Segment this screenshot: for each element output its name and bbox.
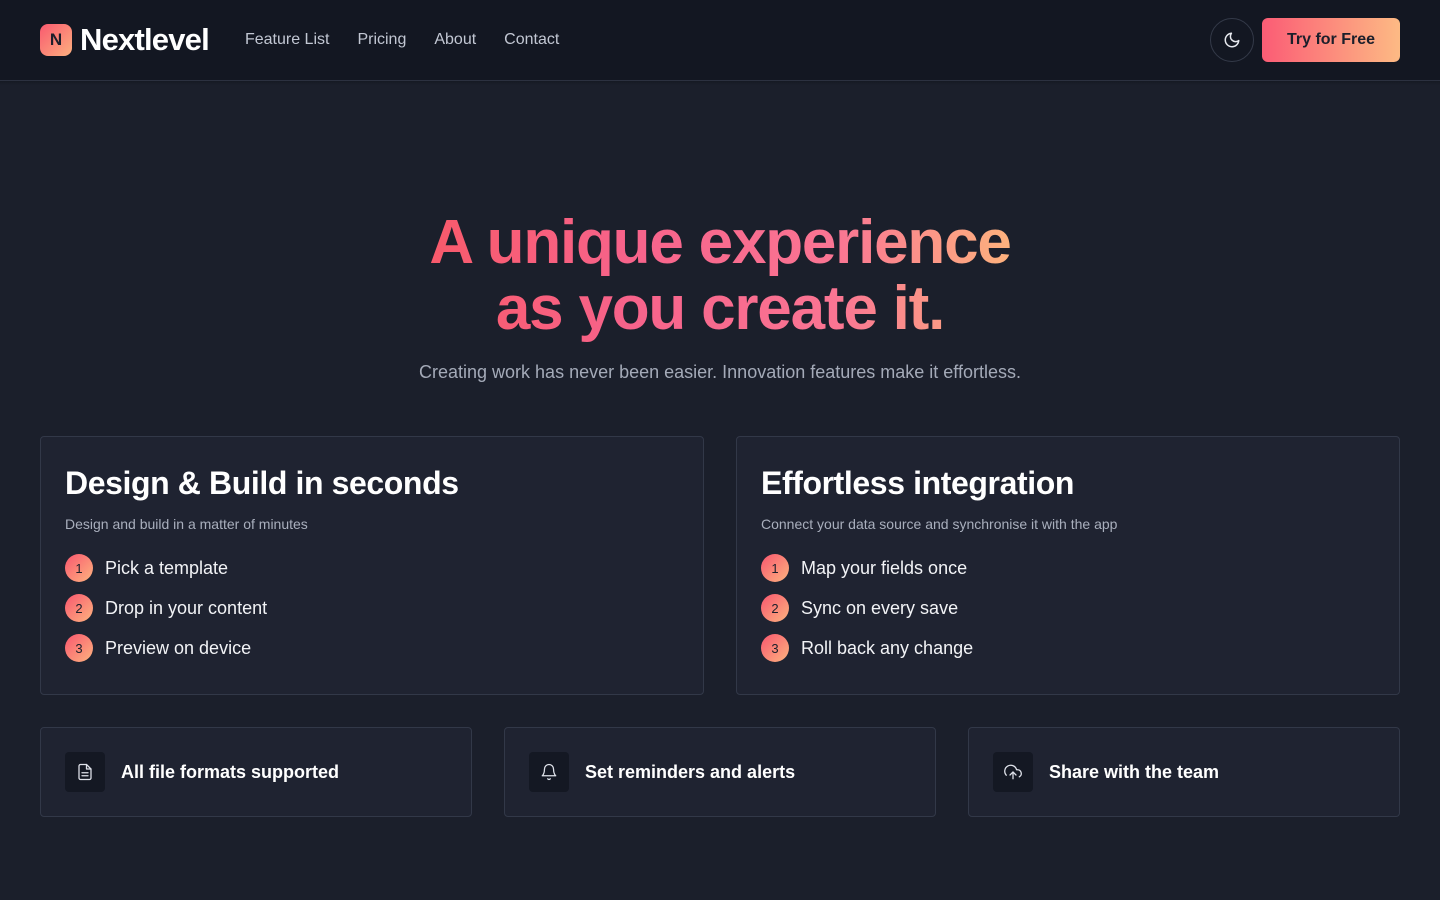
try-for-free-button[interactable]: Try for Free <box>1262 18 1400 62</box>
tile-label: Share with the team <box>1049 761 1220 782</box>
hero-title: A unique experience as you create it. <box>429 210 1010 342</box>
step-number-badge: 1 <box>65 554 93 582</box>
step-label: Drop in your content <box>105 597 268 618</box>
logo-mark: N <box>40 24 72 56</box>
step-item: 3 Roll back any change <box>761 634 1375 662</box>
step-label: Roll back any change <box>801 637 974 658</box>
top-navbar: N Nextlevel Feature List Pricing About C… <box>0 0 1440 81</box>
hero-title-line-1: A unique experience <box>429 208 1011 277</box>
step-number-badge: 3 <box>761 634 789 662</box>
brand-logo[interactable]: N Nextlevel <box>40 22 210 58</box>
step-label: Preview on device <box>105 637 252 658</box>
step-number-badge: 3 <box>65 634 93 662</box>
nav-links: Feature List Pricing About Contact <box>245 31 559 49</box>
step-number-badge: 2 <box>761 594 789 622</box>
card-title: Effortless integration <box>761 465 1075 501</box>
navbar-shadow <box>0 81 1440 85</box>
theme-toggle-button[interactable] <box>1210 18 1254 62</box>
step-number-badge: 2 <box>65 594 93 622</box>
file-icon <box>78 763 92 781</box>
hero-title-line-2: as you create it. <box>495 274 945 343</box>
step-item: 1 Map your fields once <box>761 554 1375 582</box>
step-number-badge: 1 <box>761 554 789 582</box>
step-item: 2 Drop in your content <box>65 594 679 622</box>
tile-label: Set reminders and alerts <box>585 761 796 782</box>
card-subtitle: Design and build in a matter of minutes <box>65 516 308 532</box>
nav-link-feature-list[interactable]: Feature List <box>245 31 329 49</box>
feature-card-design: Design & Build in seconds Design and bui… <box>40 436 704 695</box>
step-item: 1 Pick a template <box>65 554 679 582</box>
moon-icon <box>1224 32 1240 48</box>
steps-list: 1 Pick a template 2 Drop in your content… <box>65 554 679 662</box>
tile-icon-box <box>65 752 105 792</box>
hero-section: A unique experience as you create it. Cr… <box>0 210 1440 383</box>
step-item: 2 Sync on every save <box>761 594 1375 622</box>
logo-text: Nextlevel <box>80 22 210 57</box>
tile-icon-box <box>529 752 569 792</box>
feature-tile-reminders: Set reminders and alerts <box>504 727 936 817</box>
nav-link-contact[interactable]: Contact <box>504 31 559 49</box>
card-subtitle: Connect your data source and synchronise… <box>761 516 1118 532</box>
cloud-upload-icon <box>1004 764 1022 780</box>
step-label: Pick a template <box>105 557 229 578</box>
step-label: Sync on every save <box>801 597 959 618</box>
tile-icon-box <box>993 752 1033 792</box>
steps-list: 1 Map your fields once 2 Sync on every s… <box>761 554 1375 662</box>
step-label: Map your fields once <box>801 557 968 578</box>
bell-icon <box>541 763 557 781</box>
nav-link-pricing[interactable]: Pricing <box>357 31 406 49</box>
feature-tile-file-formats: All file formats supported <box>40 727 472 817</box>
nav-link-about[interactable]: About <box>434 31 476 49</box>
feature-card-integration: Effortless integration Connect your data… <box>736 436 1400 695</box>
feature-tile-share: Share with the team <box>968 727 1400 817</box>
card-title: Design & Build in seconds <box>65 465 459 501</box>
step-item: 3 Preview on device <box>65 634 679 662</box>
hero-subtitle: Creating work has never been easier. Inn… <box>419 362 1021 382</box>
nav-actions: Try for Free <box>1210 18 1400 62</box>
tile-label: All file formats supported <box>121 761 340 782</box>
